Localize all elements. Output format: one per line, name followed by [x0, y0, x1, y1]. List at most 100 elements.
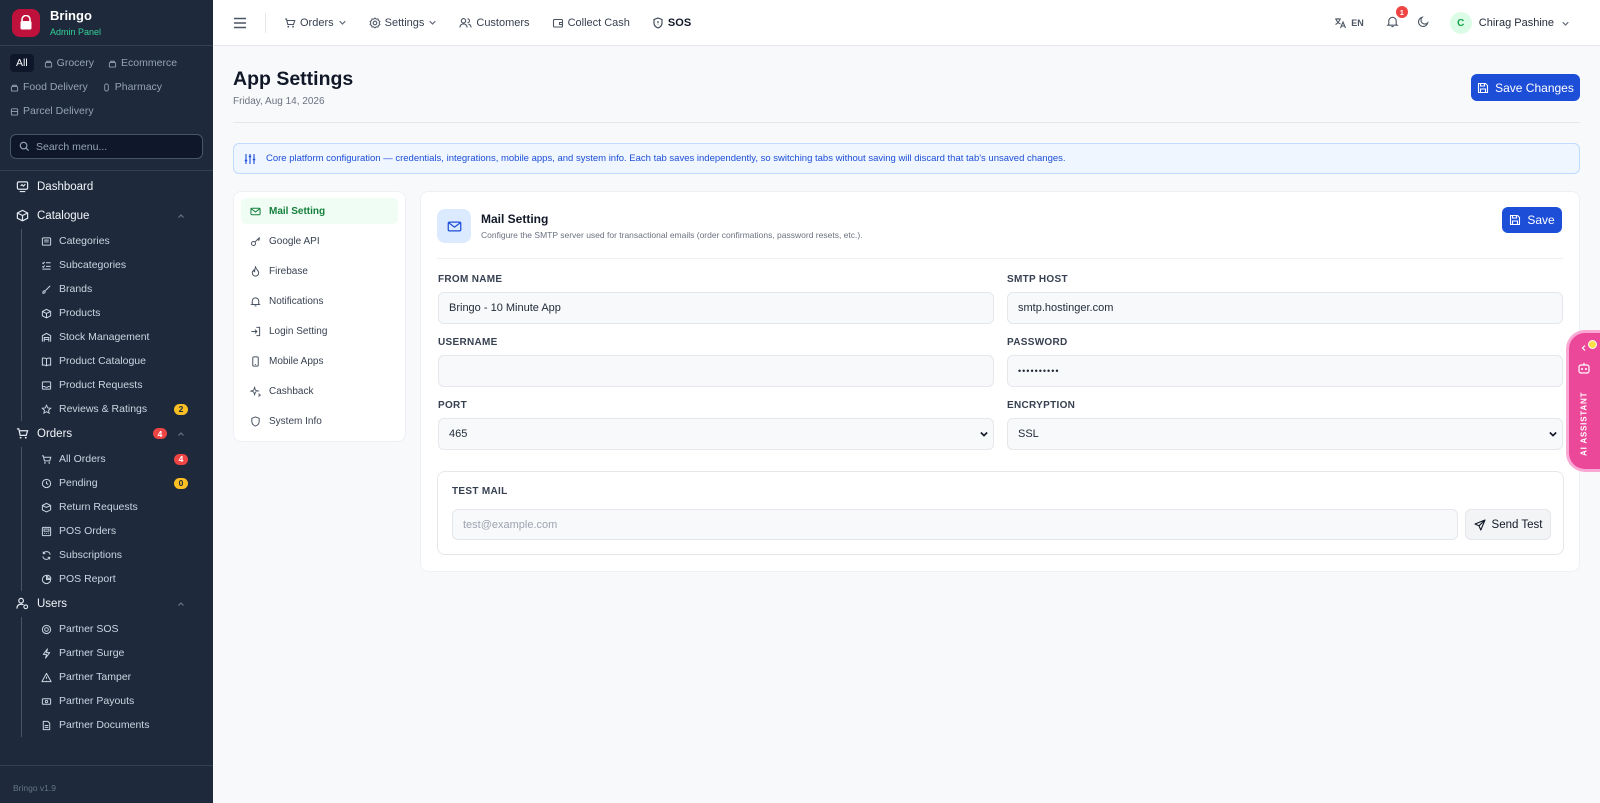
port-select[interactable]: 465: [438, 418, 994, 450]
sidebar-item-product-catalogue[interactable]: Product Catalogue: [22, 349, 213, 373]
search-icon: [19, 141, 30, 152]
header-divider: [233, 122, 1580, 123]
sidebar-item-partner-surge[interactable]: Partner Surge: [22, 641, 213, 665]
parcel-icon: [10, 107, 19, 116]
sidebar-item-brands[interactable]: Brands: [22, 277, 213, 301]
password-field[interactable]: ••••••••••: [1007, 355, 1563, 387]
smtp-host-field[interactable]: [1007, 292, 1563, 324]
star-icon: [41, 403, 52, 414]
sidebar-item-reviews-ratings[interactable]: Reviews & Ratings 2: [22, 397, 213, 421]
user-menu[interactable]: C Chirag Pashine: [1449, 12, 1570, 34]
filter-all[interactable]: All: [10, 54, 34, 72]
pie-chart-icon: [41, 574, 52, 584]
pending-count-badge: 0: [174, 477, 188, 489]
bell-icon: [1386, 16, 1399, 28]
tab-mail-setting[interactable]: Mail Setting: [241, 198, 398, 224]
bolt-icon: [42, 647, 51, 659]
mail-icon: [437, 209, 471, 243]
card-description: Configure the SMTP server used for trans…: [481, 230, 863, 240]
save-button[interactable]: Save: [1502, 207, 1562, 233]
tab-notifications[interactable]: Notifications: [241, 288, 398, 314]
sidebar-item-categories[interactable]: Categories: [22, 229, 213, 253]
chevron-left-icon: [1581, 345, 1586, 351]
all-orders-count-badge: 4: [174, 453, 188, 465]
filter-grocery[interactable]: Grocery: [44, 54, 94, 72]
from-name-field[interactable]: [438, 292, 994, 324]
list-check-icon: [42, 261, 51, 270]
card-header: Mail Setting Configure the SMTP server u…: [437, 207, 1563, 259]
notifications-button[interactable]: 1: [1386, 6, 1408, 31]
test-mail-field[interactable]: [452, 509, 1458, 540]
cart-icon: [16, 428, 29, 439]
sidebar-item-partner-documents[interactable]: Partner Documents: [22, 713, 213, 737]
username-field[interactable]: [438, 355, 994, 387]
menu-search-input[interactable]: [36, 140, 186, 153]
language-switcher[interactable]: EN: [1334, 17, 1364, 29]
sidebar-item-stock-management[interactable]: Stock Management: [22, 325, 213, 349]
encryption-select[interactable]: SSL: [1007, 418, 1563, 450]
tab-google-api[interactable]: Google API: [241, 228, 398, 254]
tab-system-info[interactable]: System Info: [241, 408, 398, 434]
phone-icon: [252, 355, 259, 367]
document-icon: [42, 720, 51, 730]
inbox-icon: [41, 380, 52, 390]
sidebar-item-orders[interactable]: Orders 4: [0, 424, 213, 443]
robot-icon: [1578, 362, 1590, 374]
username-label: USERNAME: [438, 337, 498, 348]
return-box-icon: [41, 502, 52, 512]
password-label: PASSWORD: [1007, 337, 1068, 348]
filter-food-delivery[interactable]: Food Delivery: [10, 78, 88, 96]
page-date: Friday, Aug 14, 2026: [233, 96, 325, 107]
sidebar-item-dashboard[interactable]: Dashboard: [0, 177, 213, 196]
topnav-collect-cash[interactable]: Collect Cash: [552, 17, 630, 29]
topnav-customers[interactable]: Customers: [459, 17, 530, 29]
encryption-label: ENCRYPTION: [1007, 400, 1076, 411]
wallet-icon: [552, 18, 563, 28]
ai-assistant-tab[interactable]: AI ASSISTANT: [1569, 333, 1600, 469]
tab-cashback[interactable]: Cashback: [241, 378, 398, 404]
pill-icon: [104, 82, 109, 92]
sidebar-item-users[interactable]: Users: [0, 594, 213, 613]
topnav-sos[interactable]: SOS: [652, 17, 691, 29]
send-test-button[interactable]: Send Test: [1465, 509, 1551, 540]
translate-icon: [1335, 18, 1347, 29]
filter-parcel-delivery[interactable]: Parcel Delivery: [10, 102, 94, 120]
send-icon: [1473, 518, 1486, 531]
tab-firebase[interactable]: Firebase: [241, 258, 398, 284]
mail-setting-card: Mail Setting Configure the SMTP server u…: [420, 191, 1580, 572]
card-title: Mail Setting: [481, 212, 549, 226]
sidebar-item-partner-payouts[interactable]: Partner Payouts: [22, 689, 213, 713]
sidebar-item-subcategories[interactable]: Subcategories: [22, 253, 213, 277]
filter-pharmacy[interactable]: Pharmacy: [102, 78, 162, 96]
user-name: Chirag Pashine: [1478, 17, 1554, 29]
sidebar-item-catalogue[interactable]: Catalogue: [0, 206, 213, 225]
sidebar-item-pending[interactable]: Pending 0: [22, 471, 213, 495]
sidebar-item-return-requests[interactable]: Return Requests: [22, 495, 213, 519]
sidebar-item-pos-report[interactable]: POS Report: [22, 567, 213, 591]
menu-toggle-icon[interactable]: [233, 17, 247, 29]
tab-login-setting[interactable]: Login Setting: [241, 318, 398, 344]
topnav-orders[interactable]: Orders: [284, 17, 347, 29]
sidebar-item-subscriptions[interactable]: Subscriptions: [22, 543, 213, 567]
sidebar-item-product-requests[interactable]: Product Requests: [22, 373, 213, 397]
cube-icon: [16, 209, 29, 222]
theme-toggle[interactable]: [1417, 15, 1430, 31]
filter-ecommerce[interactable]: Ecommerce: [108, 54, 177, 72]
sidebar-item-products[interactable]: Products: [22, 301, 213, 325]
brand-name: Bringo: [50, 8, 92, 23]
topnav-settings[interactable]: Settings: [369, 17, 438, 29]
sidebar-item-partner-tamper[interactable]: Partner Tamper: [22, 665, 213, 689]
topbar: Orders Settings Customers Collect Cash S…: [213, 0, 1600, 46]
tab-mobile-apps[interactable]: Mobile Apps: [241, 348, 398, 374]
box-icon: [41, 308, 52, 318]
sidebar: Bringo Admin Panel All Grocery Ecommerce…: [0, 0, 213, 803]
sidebar-item-partner-sos[interactable]: Partner SOS: [22, 617, 213, 641]
save-changes-button[interactable]: Save Changes: [1471, 74, 1580, 101]
sidebar-divider: [0, 170, 213, 171]
sidebar-item-pos-orders[interactable]: POS Orders: [22, 519, 213, 543]
sidebar-item-all-orders[interactable]: All Orders 4: [22, 447, 213, 471]
brand-header: Bringo Admin Panel: [0, 0, 213, 46]
cart-icon: [41, 454, 52, 464]
chevron-down-icon: [1562, 21, 1569, 26]
key-icon: [250, 236, 261, 246]
